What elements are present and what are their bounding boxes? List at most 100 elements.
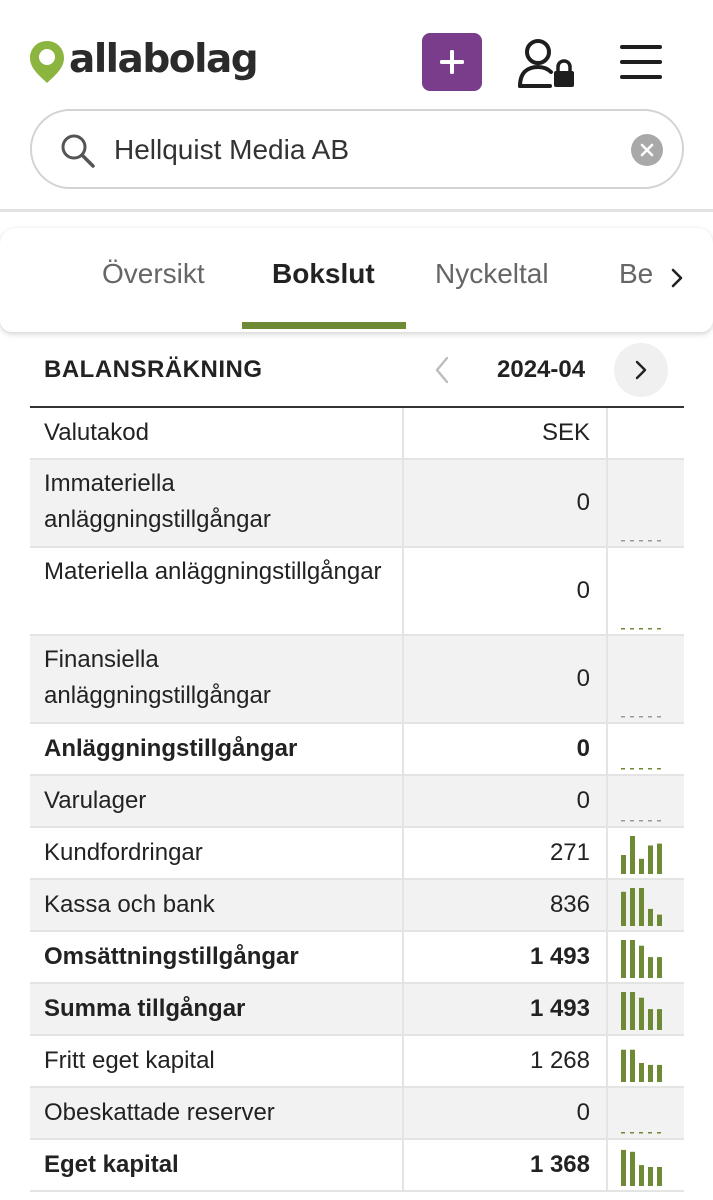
sparkline-zero-mark (630, 628, 634, 630)
header-divider (0, 209, 713, 212)
sparkline-bar (630, 836, 635, 874)
tab-bokslut[interactable]: Bokslut (272, 258, 375, 290)
sparkline-bar (657, 914, 662, 926)
sparkline-bar (657, 1009, 662, 1030)
add-button[interactable] (422, 33, 482, 91)
tab-partial[interactable]: Be (619, 258, 653, 290)
sparkline-zero-mark (639, 820, 643, 822)
table-row: Finansiella anläggningstillgångar 0 (30, 636, 684, 724)
trend-sparkline (621, 1149, 662, 1186)
column-divider (606, 776, 608, 826)
row-label: Obeskattade reserver (44, 1099, 275, 1126)
close-icon (640, 143, 654, 157)
sparkline-bar (639, 888, 644, 926)
trend-sparkline (621, 716, 661, 718)
hamburger-menu-icon[interactable] (618, 42, 664, 82)
allabolag-logo[interactable]: allabolag (28, 36, 259, 86)
trend-sparkline (621, 768, 661, 770)
row-value: SEK (541, 419, 590, 446)
sparkline-bar (621, 1049, 626, 1082)
sparkline-zero-mark (639, 768, 643, 770)
previous-period-icon[interactable] (428, 352, 456, 388)
table-row: Materiella anläggningstillgångar 0 (30, 548, 684, 636)
row-value: 1 493 (529, 943, 590, 970)
sparkline-bar (639, 1165, 644, 1186)
tabs-scroll-right-button[interactable] (655, 252, 699, 304)
row-value: 0 (576, 489, 590, 516)
row-label: Fritt eget kapital (44, 1047, 215, 1074)
column-divider (606, 408, 608, 458)
search-input[interactable] (114, 129, 614, 171)
sparkline-bar (630, 888, 635, 926)
column-divider (402, 984, 404, 1034)
sparkline-bar (657, 957, 662, 978)
period-label: 2024-04 (497, 356, 586, 383)
brand-name: allabolag (69, 36, 259, 82)
row-value: 1 268 (529, 1047, 590, 1074)
table-row: Immateriella anläggningstillgångar 0 (30, 460, 684, 548)
column-divider (402, 460, 404, 546)
column-divider (606, 636, 608, 722)
sparkline-zero-mark (621, 628, 625, 630)
sparkline-bar (648, 908, 653, 926)
sparkline-zero-mark (621, 1132, 625, 1134)
row-label: Kassa och bank (44, 891, 215, 918)
trend-sparkline (621, 836, 662, 874)
column-divider (402, 724, 404, 774)
column-divider (606, 1036, 608, 1086)
row-label: Anläggningstillgångar (44, 735, 298, 762)
sparkline-zero-mark (648, 768, 652, 770)
row-label: Kundfordringar (44, 839, 203, 866)
sparkline-bar (648, 1064, 653, 1082)
table-row: Fritt eget kapital 1 268 (30, 1036, 684, 1088)
next-period-button[interactable] (614, 343, 668, 397)
sparkline-bar (630, 992, 635, 1030)
sparkline-zero-mark (639, 628, 643, 630)
row-label: Valutakod (44, 419, 149, 446)
row-value: 271 (549, 839, 590, 866)
user-lock-icon[interactable] (514, 36, 578, 90)
column-divider (402, 408, 404, 458)
row-value: 0 (576, 1099, 590, 1126)
column-divider (402, 880, 404, 930)
row-label: Immateriella anläggningstillgångar (44, 470, 271, 533)
row-value: 0 (576, 735, 590, 762)
row-label: Varulager (44, 787, 147, 814)
sparkline-zero-mark (621, 768, 625, 770)
sparkline-zero-mark (657, 628, 661, 630)
row-label: Finansiella anläggningstillgångar (44, 646, 271, 709)
column-divider (402, 1140, 404, 1190)
sparkline-bar (648, 845, 653, 874)
row-label: Omsättningstillgångar (44, 943, 299, 970)
sparkline-bar (639, 858, 644, 874)
column-divider (606, 1140, 608, 1190)
column-divider (402, 1036, 404, 1086)
clear-search-button[interactable] (631, 134, 663, 166)
sparkline-zero-mark (648, 716, 652, 718)
sparkline-zero-mark (621, 716, 625, 718)
tab-nyckeltal[interactable]: Nyckeltal (435, 258, 549, 290)
column-divider (402, 932, 404, 982)
row-value: 0 (576, 577, 590, 604)
table-row: Kassa och bank 836 (30, 880, 684, 932)
trend-sparkline (621, 820, 661, 822)
column-divider (606, 1088, 608, 1138)
table-row: Obeskattade reserver 0 (30, 1088, 684, 1140)
chevron-right-icon (671, 268, 683, 288)
trend-sparkline (621, 540, 661, 542)
sparkline-zero-mark (630, 716, 634, 718)
sparkline-zero-mark (630, 820, 634, 822)
column-divider (606, 724, 608, 774)
search-bar[interactable] (30, 109, 684, 189)
column-divider (606, 548, 608, 634)
trend-sparkline (621, 1049, 662, 1082)
sparkline-zero-mark (657, 540, 661, 542)
sparkline-bar (657, 1064, 662, 1082)
sparkline-zero-mark (648, 540, 652, 542)
sparkline-bar (639, 997, 644, 1030)
balance-sheet-table: Valutakod SEK Immateriella anläggningstill… (30, 406, 684, 1192)
sparkline-bar (621, 855, 626, 874)
tab-oversikt[interactable]: Översikt (102, 258, 205, 290)
table-row: Summa tillgångar 1 493 (30, 984, 684, 1036)
table-row: Valutakod SEK (30, 408, 684, 460)
